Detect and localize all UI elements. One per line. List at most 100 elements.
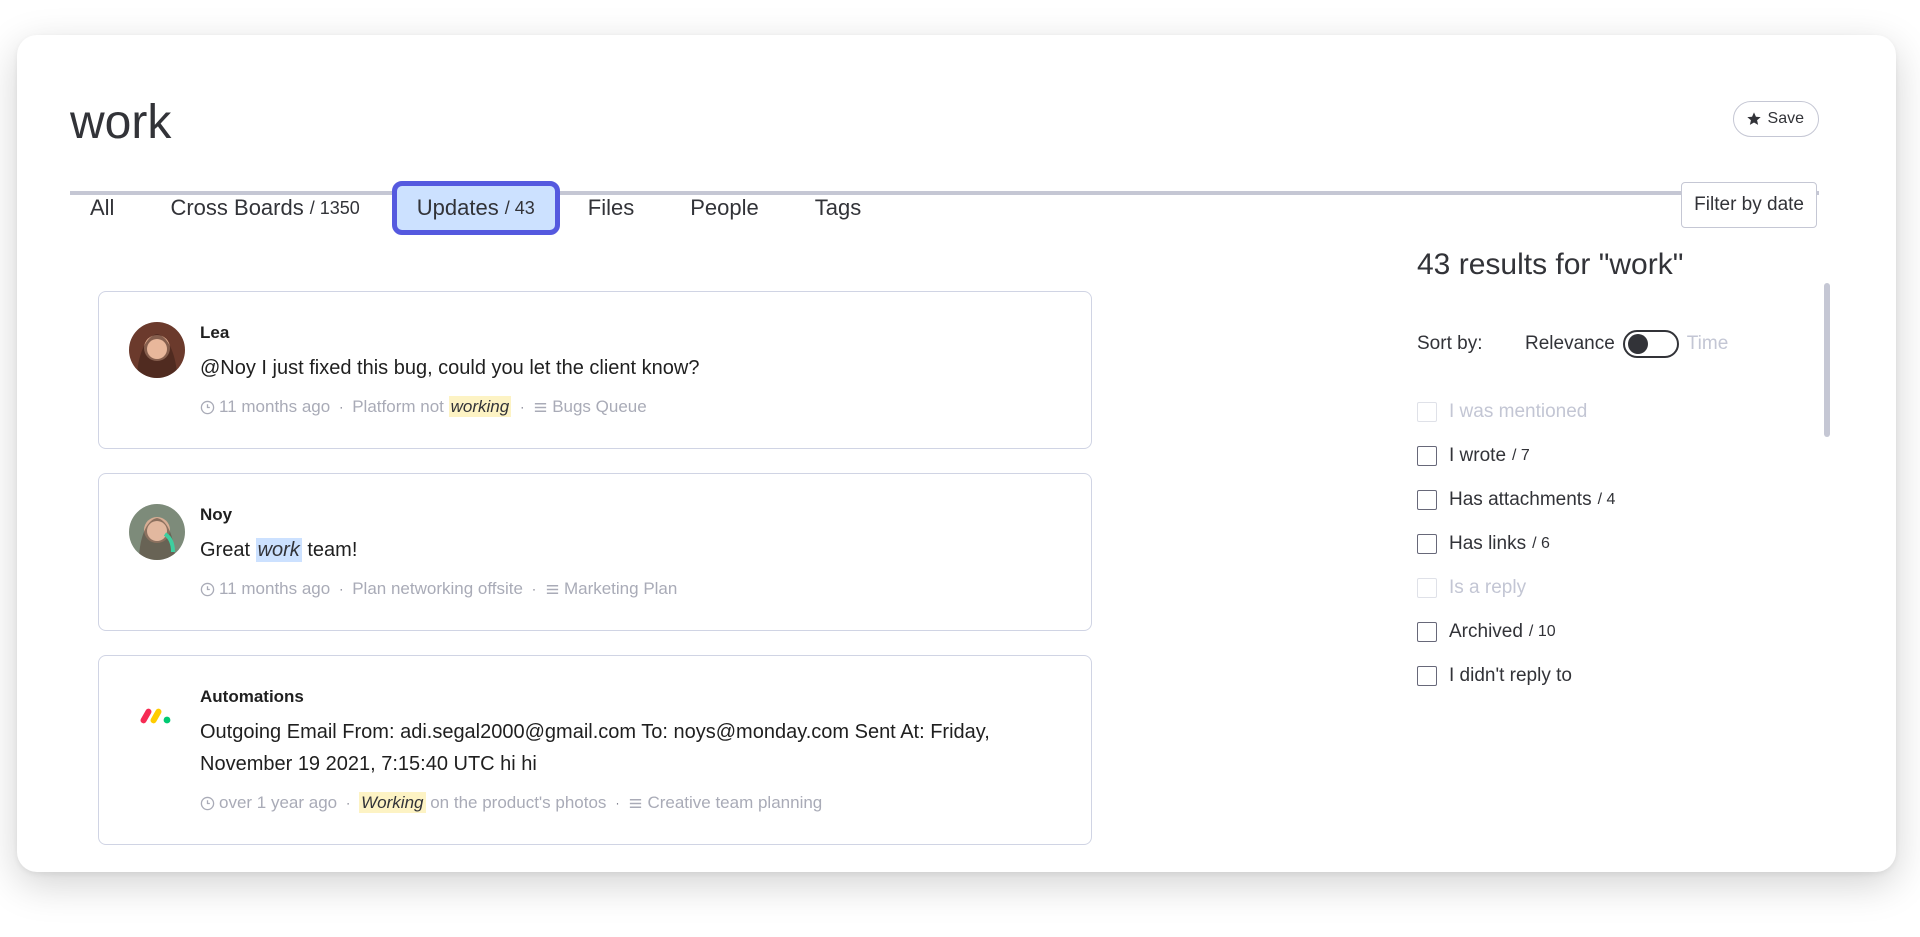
separator-dot: · xyxy=(520,400,525,414)
filter-archived[interactable]: Archived / 10 xyxy=(1417,610,1615,654)
tab-label: Tags xyxy=(814,195,862,220)
item-link[interactable]: Working on the product's photos xyxy=(359,790,606,816)
update-text: team! xyxy=(301,539,358,561)
update-body: Outgoing Email From: adi.segal2000@gmail… xyxy=(200,716,1063,780)
checkbox[interactable] xyxy=(1417,534,1437,554)
filter-label: I wrote xyxy=(1449,445,1507,466)
filter-label: Is a reply xyxy=(1449,577,1527,598)
tab-count: / 43 xyxy=(504,197,535,218)
update-time: 11 months ago xyxy=(219,397,331,416)
update-time: 11 months ago xyxy=(219,579,331,598)
update-card[interactable]: Noy Great work team! 11 months ago · Pla… xyxy=(98,473,1092,631)
update-filters: I was mentioned I wrote / 7 Has attachmen… xyxy=(1417,390,1615,698)
filter-i-wrote[interactable]: I wrote / 7 xyxy=(1417,434,1615,478)
monday-logo-icon xyxy=(129,686,185,742)
update-author: Automations xyxy=(200,687,304,706)
results-count-title: 43 results for "work" xyxy=(1417,248,1684,281)
board-link[interactable]: Creative team planning xyxy=(647,790,822,816)
search-modal: work Save All Cross Boards/ 1350 Updates… xyxy=(17,35,1896,872)
sort-toggle[interactable] xyxy=(1622,330,1679,358)
search-input[interactable]: work xyxy=(70,93,171,153)
save-search-button[interactable]: Save xyxy=(1732,101,1819,137)
filter-i-didnt-reply-to[interactable]: I didn't reply to xyxy=(1417,654,1615,698)
filter-by-date-button[interactable]: Filter by date xyxy=(1681,182,1817,228)
separator-dot: · xyxy=(339,582,344,596)
sort-time[interactable]: Time xyxy=(1687,333,1729,355)
update-author: Noy xyxy=(200,505,233,524)
clock-icon xyxy=(200,582,215,596)
filter-count: / 4 xyxy=(1597,491,1616,508)
board-icon xyxy=(535,402,547,412)
separator-dot: · xyxy=(339,400,344,414)
tab-people[interactable]: People xyxy=(662,183,787,233)
board-icon xyxy=(630,798,642,808)
checkbox xyxy=(1417,402,1437,422)
sort-label: Sort by: xyxy=(1417,333,1483,354)
tab-all[interactable]: All xyxy=(70,183,152,233)
update-meta: 11 months ago · Plan networking offsite … xyxy=(200,576,1063,602)
item-link[interactable]: Platform not working xyxy=(352,394,512,420)
checkbox[interactable] xyxy=(1417,446,1437,466)
checkbox[interactable] xyxy=(1417,666,1437,686)
board-link[interactable]: Marketing Plan xyxy=(564,576,677,602)
star-icon xyxy=(1746,112,1761,125)
toggle-knob xyxy=(1627,334,1648,354)
tab-tags[interactable]: Tags xyxy=(787,183,883,233)
update-text: Outgoing Email From: adi.segal2000@gmail… xyxy=(200,721,990,775)
update-body: @Noy I just fixed this bug, could you le… xyxy=(200,352,1063,384)
filter-has-links[interactable]: Has links / 6 xyxy=(1417,522,1615,566)
checkbox xyxy=(1417,578,1437,598)
item-highlight: Working xyxy=(359,792,426,813)
filter-count: / 6 xyxy=(1532,535,1550,552)
sort-relevance[interactable]: Relevance xyxy=(1525,333,1615,355)
filter-count: / 10 xyxy=(1528,623,1556,640)
board-link[interactable]: Bugs Queue xyxy=(552,394,647,420)
filter-label: I didn't reply to xyxy=(1449,665,1572,686)
update-results-list: Lea @Noy I just fixed this bug, could yo… xyxy=(98,291,1092,869)
tab-count: / 1350 xyxy=(309,197,360,218)
item-text: Platform not xyxy=(352,397,449,416)
update-time: over 1 year ago xyxy=(219,793,338,812)
clock-icon xyxy=(200,400,215,414)
filter-has-attachments[interactable]: Has attachments / 4 xyxy=(1417,478,1615,522)
filter-label: Has links xyxy=(1449,533,1527,554)
results-sidebar: 43 results for "work" Sort by: Relevance… xyxy=(1417,245,1857,686)
sidebar-scrollbar[interactable] xyxy=(1824,283,1830,437)
filter-label: I was mentioned xyxy=(1449,401,1588,422)
sort-control: Sort by: Relevance Time xyxy=(1417,330,1728,358)
item-highlight: working xyxy=(448,396,512,417)
update-body: Great work team! xyxy=(200,534,1063,566)
tab-label: Updates xyxy=(416,195,499,220)
avatar xyxy=(129,504,185,560)
item-text: on the product's photos xyxy=(425,793,607,812)
tab-cross-boards[interactable]: Cross Boards/ 1350 xyxy=(152,183,389,233)
update-text: Great xyxy=(200,539,256,561)
filter-label: Has attachments xyxy=(1449,489,1592,510)
update-meta: over 1 year ago · Working on the product… xyxy=(200,790,1063,816)
update-meta: 11 months ago · Platform not working · B… xyxy=(200,394,1063,420)
tab-label: People xyxy=(690,195,759,220)
tab-label: Cross Boards xyxy=(170,195,304,220)
filter-i-was-mentioned: I was mentioned xyxy=(1417,390,1615,434)
body-highlight: work xyxy=(255,538,302,562)
separator-dot: · xyxy=(615,796,620,810)
separator-dot: · xyxy=(346,796,351,810)
tab-files[interactable]: Files xyxy=(562,183,662,233)
checkbox[interactable] xyxy=(1417,622,1437,642)
filter-count: / 7 xyxy=(1512,447,1530,464)
avatar xyxy=(129,322,185,378)
result-tabs: All Cross Boards/ 1350 Updates/ 43 Files… xyxy=(70,178,883,238)
update-card[interactable]: Automations Outgoing Email From: adi.seg… xyxy=(98,655,1092,845)
checkbox[interactable] xyxy=(1417,490,1437,510)
update-author: Lea xyxy=(200,323,230,342)
item-link[interactable]: Plan networking offsite xyxy=(352,576,523,602)
update-card[interactable]: Lea @Noy I just fixed this bug, could yo… xyxy=(98,291,1092,449)
filter-label: Archived xyxy=(1449,621,1523,642)
filter-is-a-reply: Is a reply xyxy=(1417,566,1615,610)
tab-label: Files xyxy=(587,195,635,220)
clock-icon xyxy=(200,796,215,810)
tab-updates[interactable]: Updates/ 43 xyxy=(391,181,560,235)
separator-dot: · xyxy=(531,582,536,596)
save-label: Save xyxy=(1767,110,1804,127)
update-text: @Noy I just fixed this bug, could you le… xyxy=(200,357,700,379)
